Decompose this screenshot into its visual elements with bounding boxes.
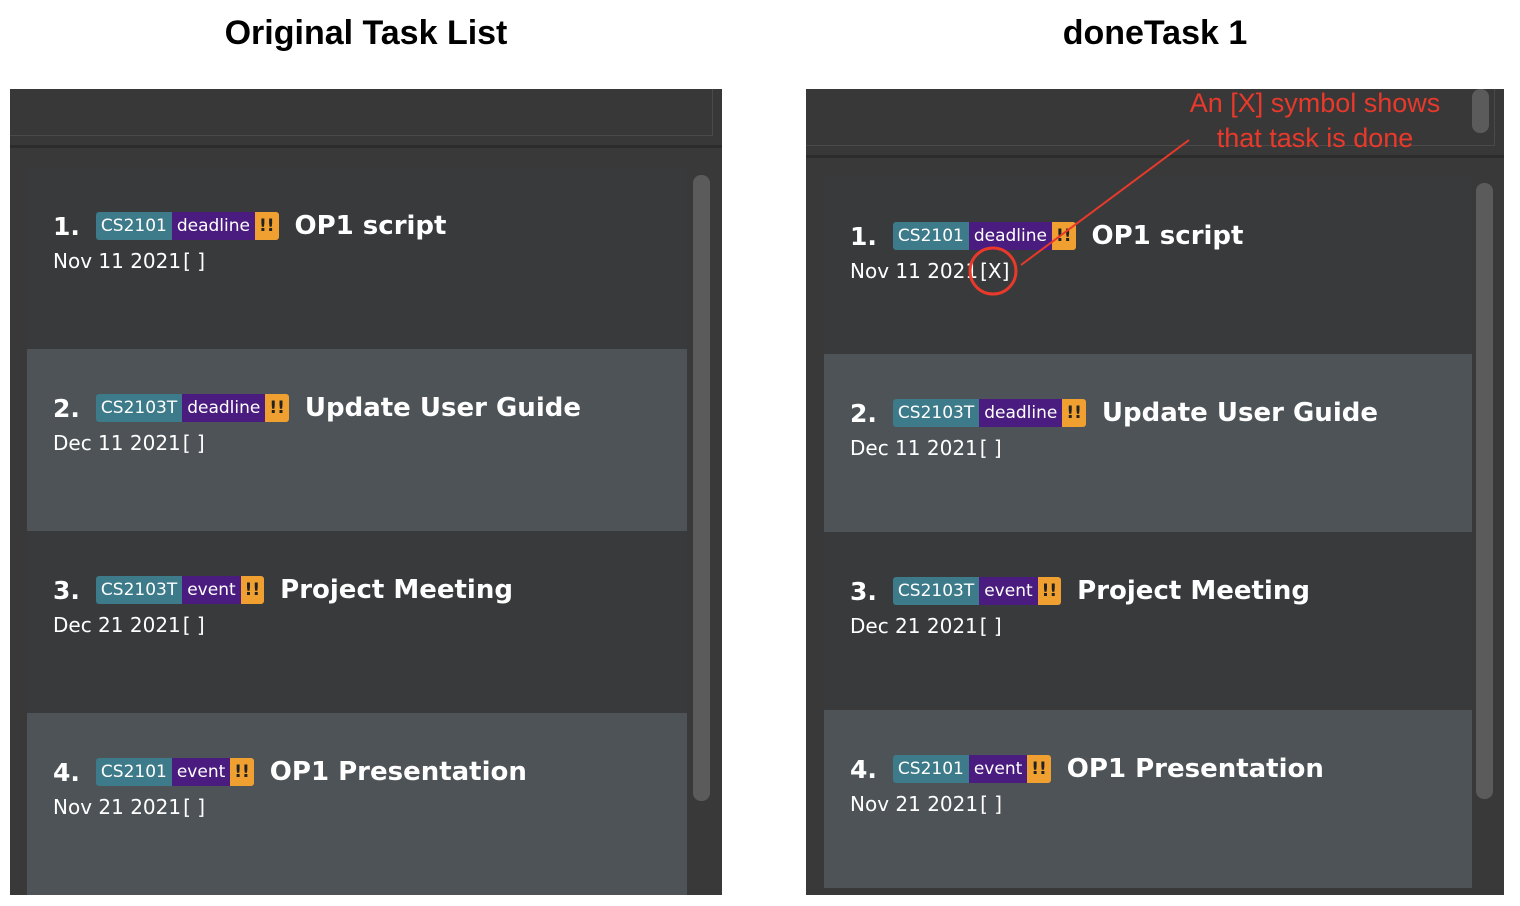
- task-index: 4.: [850, 754, 877, 784]
- module-tag: CS2103T: [892, 399, 980, 427]
- task-status: [ ]: [980, 792, 1003, 816]
- command-box-scrollbar[interactable]: [1472, 89, 1489, 133]
- task-title: OP1 Presentation: [269, 757, 527, 787]
- task-card[interactable]: 4. CS2101 event !! OP1 Presentation Nov …: [27, 713, 687, 895]
- type-tag: deadline: [979, 399, 1063, 427]
- task-card[interactable]: 3. CS2103T event !! Project Meeting Dec …: [824, 532, 1472, 710]
- task-date: Nov 21 2021: [850, 792, 979, 816]
- module-tag: CS2101: [95, 212, 172, 240]
- module-tag: CS2103T: [95, 576, 183, 604]
- task-status: [ ]: [979, 614, 1002, 638]
- module-tag: CS2101: [892, 755, 969, 783]
- priority-tag: !!: [1051, 222, 1076, 250]
- type-tag: deadline: [171, 212, 255, 240]
- priority-tag: !!: [1062, 399, 1086, 427]
- task-index: 2.: [53, 393, 80, 423]
- task-card[interactable]: 3. CS2103T event !! Project Meeting Dec …: [27, 531, 687, 713]
- right-panel-heading: doneTask 1: [1062, 14, 1248, 52]
- task-title: Update User Guide: [304, 393, 581, 423]
- task-date: Nov 21 2021: [53, 795, 182, 819]
- task-list: 1. CS2101 deadline !! OP1 script Nov 11 …: [27, 167, 687, 895]
- left-app-window: 1. CS2101 deadline !! OP1 script Nov 11 …: [10, 89, 722, 895]
- type-tag: event: [979, 577, 1038, 605]
- right-app-window: 1. CS2101 deadline !! OP1 script Nov 11 …: [806, 89, 1504, 895]
- priority-tag: !!: [240, 576, 265, 604]
- task-status: [ ]: [182, 613, 205, 637]
- task-title: OP1 script: [294, 211, 447, 241]
- task-date: Dec 21 2021: [850, 614, 978, 638]
- priority-tag: !!: [230, 758, 254, 786]
- task-status: [ ]: [182, 431, 205, 455]
- task-card[interactable]: 4. CS2101 event !! OP1 Presentation Nov …: [824, 710, 1472, 888]
- task-index: 1.: [53, 211, 80, 241]
- priority-tag: !!: [265, 394, 289, 422]
- module-tag: CS2101: [95, 758, 172, 786]
- task-status: [ ]: [183, 795, 206, 819]
- priority-tag: !!: [254, 212, 279, 240]
- task-index: 1.: [850, 221, 877, 251]
- task-status: [ ]: [979, 436, 1002, 460]
- task-card[interactable]: 1. CS2101 deadline !! OP1 script Nov 11 …: [27, 167, 687, 349]
- task-card[interactable]: 2. CS2103T deadline !! Update User Guide…: [824, 354, 1472, 532]
- command-box-area: [10, 89, 722, 148]
- task-card[interactable]: 2. CS2103T deadline !! Update User Guide…: [27, 349, 687, 531]
- module-tag: CS2101: [892, 222, 969, 250]
- type-tag: event: [968, 755, 1028, 783]
- type-tag: event: [182, 576, 241, 604]
- annotation-line-2: that task is done: [1216, 123, 1414, 153]
- task-index: 3.: [53, 575, 80, 605]
- module-tag: CS2103T: [892, 577, 980, 605]
- priority-tag: !!: [1027, 755, 1051, 783]
- task-title: Project Meeting: [280, 575, 513, 605]
- task-list-scrollbar[interactable]: [693, 175, 710, 801]
- task-date: Dec 21 2021: [53, 613, 181, 637]
- task-title: Project Meeting: [1077, 576, 1310, 606]
- type-tag: event: [171, 758, 231, 786]
- task-index: 3.: [850, 576, 877, 606]
- task-list: 1. CS2101 deadline !! OP1 script Nov 11 …: [824, 177, 1472, 888]
- task-status: [ ]: [183, 249, 206, 273]
- task-date: Nov 11 2021: [53, 249, 182, 273]
- task-title: Update User Guide: [1101, 398, 1378, 428]
- annotation-text: An [X] symbol shows that task is done: [1160, 86, 1470, 156]
- left-panel-heading: Original Task List: [224, 14, 508, 52]
- task-index: 2.: [850, 398, 877, 428]
- annotation-line-1: An [X] symbol shows: [1189, 88, 1441, 118]
- task-title: OP1 Presentation: [1066, 754, 1324, 784]
- task-index: 4.: [53, 757, 80, 787]
- task-card[interactable]: 1. CS2101 deadline !! OP1 script Nov 11 …: [824, 177, 1472, 354]
- type-tag: deadline: [182, 394, 266, 422]
- task-date: Dec 11 2021: [53, 431, 181, 455]
- task-title: OP1 script: [1091, 221, 1244, 251]
- task-status-done: [X]: [980, 259, 1010, 283]
- task-date: Dec 11 2021: [850, 436, 978, 460]
- module-tag: CS2103T: [95, 394, 183, 422]
- task-list-scrollbar[interactable]: [1476, 183, 1493, 799]
- type-tag: deadline: [968, 222, 1052, 250]
- priority-tag: !!: [1037, 577, 1062, 605]
- task-date: Nov 11 2021: [850, 259, 979, 283]
